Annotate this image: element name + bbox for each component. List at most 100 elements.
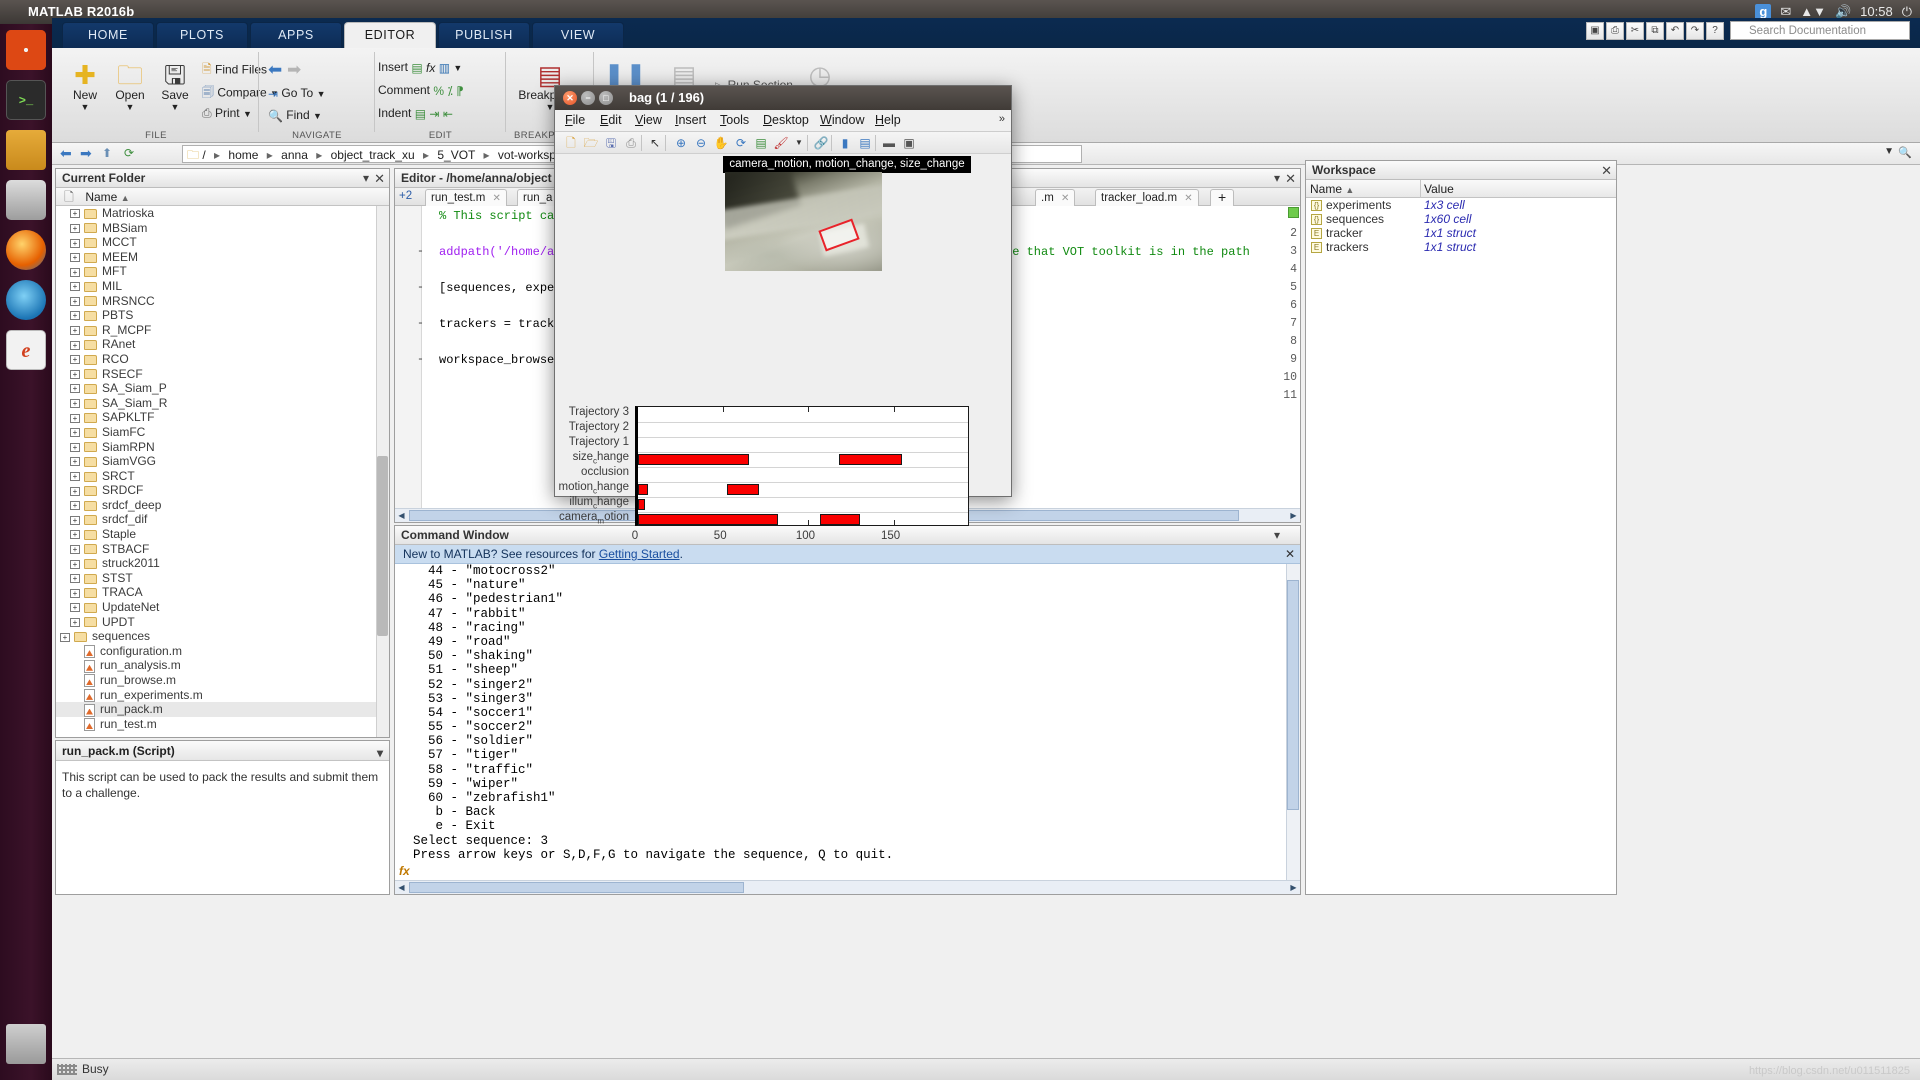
launcher-thunderbird-icon[interactable]	[6, 280, 46, 320]
save-icon[interactable]: 🖫	[603, 135, 619, 151]
file-list-item[interactable]: +SAPKLTF	[56, 410, 376, 425]
breadcrumb-item-5-vot[interactable]: 5_VOT	[437, 148, 475, 162]
workspace-close-icon[interactable]: ✕	[1601, 161, 1612, 180]
scroll-right-icon[interactable]: ▶	[1287, 509, 1300, 522]
figure-window[interactable]: ✕ − □ bag (1 / 196) File Edit View Inser…	[554, 85, 1012, 497]
wrap-comment-icon[interactable]: ⁋	[456, 84, 464, 98]
rotate-3d-icon[interactable]: ⟳	[733, 135, 749, 151]
file-list-item[interactable]: +MIL	[56, 279, 376, 294]
file-list-item[interactable]: +MRSNCC	[56, 294, 376, 309]
insert-dropdown-icon[interactable]: ▼	[453, 63, 462, 73]
executable-line-marker[interactable]: -	[417, 353, 424, 366]
expand-folder-icon[interactable]: +	[70, 501, 80, 510]
menu-tools[interactable]: Tools	[720, 113, 749, 127]
file-list-item[interactable]: +struck2011	[56, 556, 376, 571]
file-list-item[interactable]: run_test.m	[56, 717, 376, 732]
file-list-item[interactable]: +RAnet	[56, 337, 376, 352]
tab-view[interactable]: VIEW	[532, 22, 624, 48]
expand-folder-icon[interactable]: +	[70, 574, 80, 583]
code-line[interactable]: % This script can	[439, 209, 561, 223]
close-tab-icon[interactable]: ✕	[493, 193, 501, 204]
expand-folder-icon[interactable]: +	[70, 311, 80, 320]
data-cursor-icon[interactable]: ▤	[753, 135, 769, 151]
forward-button[interactable]: ➡	[287, 60, 301, 79]
expand-folder-icon[interactable]: +	[70, 355, 80, 364]
expand-folder-icon[interactable]: +	[70, 282, 80, 291]
file-list-item[interactable]: +MFT	[56, 264, 376, 279]
show-plot-tools-icon[interactable]: ▣	[901, 135, 917, 151]
expand-folder-icon[interactable]: +	[70, 384, 80, 393]
file-list-item[interactable]: configuration.m	[56, 644, 376, 659]
file-list-item[interactable]: run_browse.m	[56, 673, 376, 688]
expand-folder-icon[interactable]: +	[70, 341, 80, 350]
file-list-item[interactable]: +STST	[56, 571, 376, 586]
workspace-row[interactable]: Etrackers1x1 struct	[1306, 240, 1616, 254]
expand-folder-icon[interactable]: +	[70, 530, 80, 539]
uncomment-icon[interactable]: ⁒	[447, 84, 452, 98]
insert-variable-icon[interactable]: ▥	[439, 61, 450, 75]
expand-folder-icon[interactable]: +	[70, 209, 80, 218]
scroll-right-icon[interactable]: ▶	[1287, 881, 1300, 894]
expand-folder-icon[interactable]: +	[70, 472, 80, 481]
launcher-matlab-icon[interactable]: e	[6, 330, 46, 370]
new-editor-tab-button[interactable]: +	[1210, 189, 1234, 206]
tab-publish[interactable]: PUBLISH	[438, 22, 530, 48]
sort-ascending-icon[interactable]: ▲	[121, 193, 130, 203]
file-list-item[interactable]: +R_MCPF	[56, 323, 376, 338]
open-dropdown-icon[interactable]: ▼	[108, 102, 152, 112]
save-dropdown-icon[interactable]: ▼	[154, 102, 196, 112]
file-list-item[interactable]: +Matrioska	[56, 206, 376, 221]
expand-folder-icon[interactable]: +	[70, 399, 80, 408]
breadcrumb-root[interactable]: /	[202, 148, 205, 162]
close-window-button[interactable]: ✕	[563, 91, 577, 105]
file-list-item[interactable]: +TRACA	[56, 585, 376, 600]
file-list-item[interactable]: +SiamRPN	[56, 440, 376, 455]
command-window-output[interactable]: 44 - "motocross2" 45 - "nature" 46 - "pe…	[395, 564, 1286, 880]
workspace-row[interactable]: {}experiments1x3 cell	[1306, 198, 1616, 212]
menu-view[interactable]: View	[635, 113, 662, 127]
find-dropdown-icon[interactable]: ▼	[313, 111, 322, 121]
breadcrumb-item-anna[interactable]: anna	[281, 148, 308, 162]
code-analyzer-status-indicator[interactable]	[1288, 207, 1299, 218]
expand-folder-icon[interactable]: +	[70, 457, 80, 466]
nav-back-icon[interactable]: ⬅	[60, 145, 72, 162]
print-icon[interactable]: ⎙	[623, 135, 639, 151]
minimize-window-button[interactable]: −	[581, 91, 595, 105]
brush-dropdown-icon[interactable]: ▼	[791, 135, 807, 151]
address-bar-dropdown-icon[interactable]: ▼	[1884, 146, 1894, 157]
getting-started-link[interactable]: Getting Started	[599, 547, 680, 561]
expand-folder-icon[interactable]: +	[70, 268, 80, 277]
workspace-value-column[interactable]: Value	[1424, 180, 1454, 198]
launcher-ubuntu-icon[interactable]	[6, 30, 46, 70]
launcher-files-icon[interactable]	[6, 130, 46, 170]
tab-apps[interactable]: APPS	[250, 22, 342, 48]
current-folder-menu-icon[interactable]: ▾	[363, 169, 369, 188]
comment-percent-icon[interactable]: %	[433, 84, 444, 98]
find-button[interactable]: 🔍 Find ▼	[268, 108, 322, 123]
file-list-item[interactable]: +MBSiam	[56, 221, 376, 236]
editor-overflow-tabs[interactable]: +2	[399, 190, 412, 202]
current-folder-close-icon[interactable]: ✕	[374, 169, 385, 188]
file-list-item[interactable]: +SRCT	[56, 469, 376, 484]
editor-menu-icon[interactable]: ▾	[1274, 169, 1280, 188]
expand-folder-icon[interactable]: +	[70, 603, 80, 612]
file-list-item[interactable]: +MCCT	[56, 235, 376, 250]
breadcrumb-item-object-track-xu[interactable]: object_track_xu	[331, 148, 415, 162]
redo-icon[interactable]: ↷	[1686, 22, 1704, 40]
expand-folder-icon[interactable]: +	[70, 224, 80, 233]
editor-close-icon[interactable]: ✕	[1285, 169, 1296, 188]
current-folder-scroll-thumb[interactable]	[377, 456, 388, 636]
code-line[interactable]: [sequences, exper	[439, 281, 561, 295]
file-list-item[interactable]: run_analysis.m	[56, 658, 376, 673]
command-window-horizontal-scrollbar[interactable]: ◀ ▶	[395, 880, 1300, 894]
insert-section-icon[interactable]: ▤	[411, 61, 422, 75]
new-button[interactable]: ✚ New ▼	[64, 62, 106, 112]
command-window-scroll-thumb[interactable]	[1287, 580, 1299, 810]
menu-desktop[interactable]: Desktop	[763, 113, 809, 127]
expand-folder-icon[interactable]: +	[70, 428, 80, 437]
print-dropdown-icon[interactable]: ▼	[243, 109, 252, 119]
code-line[interactable]: trackers = tracke	[439, 317, 561, 331]
launcher-terminal-icon[interactable]: >_	[6, 80, 46, 120]
tab-home[interactable]: HOME	[62, 22, 154, 48]
executable-line-marker[interactable]: -	[417, 281, 424, 294]
